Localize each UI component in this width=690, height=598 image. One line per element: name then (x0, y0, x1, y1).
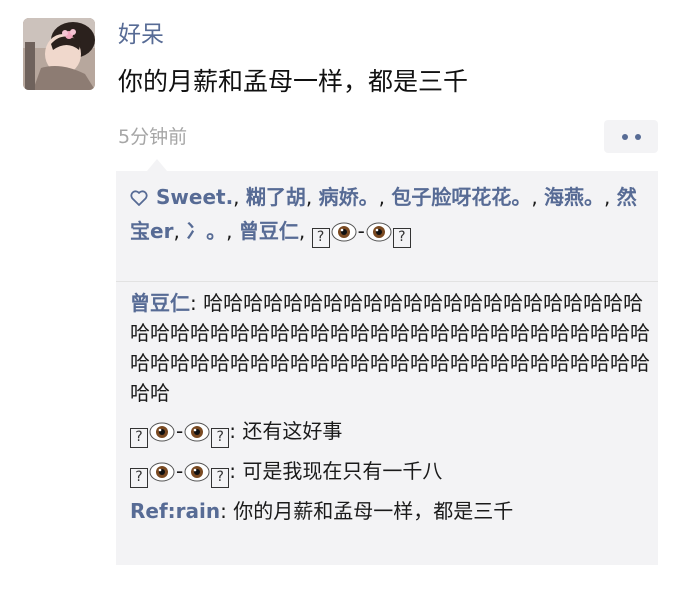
avatar[interactable] (23, 18, 95, 90)
unknown-char-icon: ? (311, 228, 330, 248)
heart-icon (130, 183, 148, 215)
like-separator: , (233, 185, 246, 209)
eye-emoji-icon (366, 220, 392, 242)
comment-author[interactable]: Ref:rain (130, 499, 220, 523)
comment-item[interactable]: ? -?: 可是我现在只有一千八 (130, 456, 650, 488)
comment-author[interactable]: ? -? (130, 419, 230, 448)
post-text: 你的月薪和孟母一样，都是三千 (118, 67, 469, 96)
comment-text: 还有这好事 (242, 419, 343, 443)
eye-emoji-icon (149, 461, 175, 483)
like-name[interactable]: 病娇。 (319, 185, 379, 209)
like-separator: , (604, 185, 617, 209)
like-name[interactable]: ? -? (311, 219, 411, 248)
post-time: 5分钟前 (118, 126, 188, 148)
comments-list: 曾豆仁: 哈哈哈哈哈哈哈哈哈哈哈哈哈哈哈哈哈哈哈哈哈哈哈哈哈哈哈哈哈哈哈哈哈哈哈… (130, 288, 650, 534)
unknown-char-icon: ? (130, 468, 148, 488)
like-name[interactable]: 海燕。 (544, 185, 604, 209)
comment-text: 哈哈哈哈哈哈哈哈哈哈哈哈哈哈哈哈哈哈哈哈哈哈哈哈哈哈哈哈哈哈哈哈哈哈哈哈哈哈哈哈… (130, 291, 650, 405)
comment-item[interactable]: ? -?: 还有这好事 (130, 416, 650, 448)
eye-emoji-icon (184, 461, 210, 483)
unknown-char-icon: ? (130, 428, 148, 448)
comment-colon: : (220, 499, 234, 523)
comment-colon: : (229, 419, 243, 443)
comment-colon: : (190, 291, 204, 315)
like-name[interactable]: 包子脸呀花花。 (391, 185, 531, 209)
unknown-char-icon: ? (211, 468, 230, 488)
likes-list: Sweet., 糊了胡, 病娇。, 包子脸呀花花。, 海燕。, 然宝er, 冫。… (130, 181, 650, 248)
like-separator: , (531, 185, 545, 209)
comment-author[interactable]: 曾豆仁 (130, 291, 190, 315)
unknown-char-icon: ? (392, 228, 411, 248)
more-options-button[interactable] (604, 120, 658, 153)
like-name[interactable]: 糊了胡 (246, 185, 306, 209)
eye-emoji-icon (184, 421, 210, 443)
like-name[interactable]: Sweet. (156, 185, 233, 209)
panel-arrow (147, 159, 167, 171)
comment-item[interactable]: 曾豆仁: 哈哈哈哈哈哈哈哈哈哈哈哈哈哈哈哈哈哈哈哈哈哈哈哈哈哈哈哈哈哈哈哈哈哈哈… (130, 288, 650, 408)
like-name[interactable]: 曾豆仁 (239, 219, 299, 243)
like-separator: , (378, 185, 392, 209)
like-separator: , (298, 219, 312, 243)
comment-author[interactable]: ? -? (130, 459, 230, 488)
like-separator: , (305, 185, 319, 209)
comment-colon: : (229, 459, 243, 483)
like-separator: , (226, 219, 239, 243)
like-name[interactable]: 冫。 (186, 219, 226, 243)
like-separator: , (173, 219, 187, 243)
unknown-char-icon: ? (211, 428, 230, 448)
comment-item[interactable]: Ref:rain: 你的月薪和孟母一样，都是三千 (130, 496, 650, 526)
more-options-icon-dot (634, 133, 641, 140)
comment-text: 可是我现在只有一千八 (242, 459, 443, 483)
divider (116, 281, 658, 282)
post-username[interactable]: 好呆 (118, 19, 164, 51)
interaction-panel: Sweet., 糊了胡, 病娇。, 包子脸呀花花。, 海燕。, 然宝er, 冫。… (116, 171, 658, 565)
comment-text: 你的月薪和孟母一样，都是三千 (233, 499, 514, 523)
eye-emoji-icon (149, 421, 175, 443)
more-options-icon (621, 133, 628, 140)
eye-emoji-icon (331, 220, 357, 242)
